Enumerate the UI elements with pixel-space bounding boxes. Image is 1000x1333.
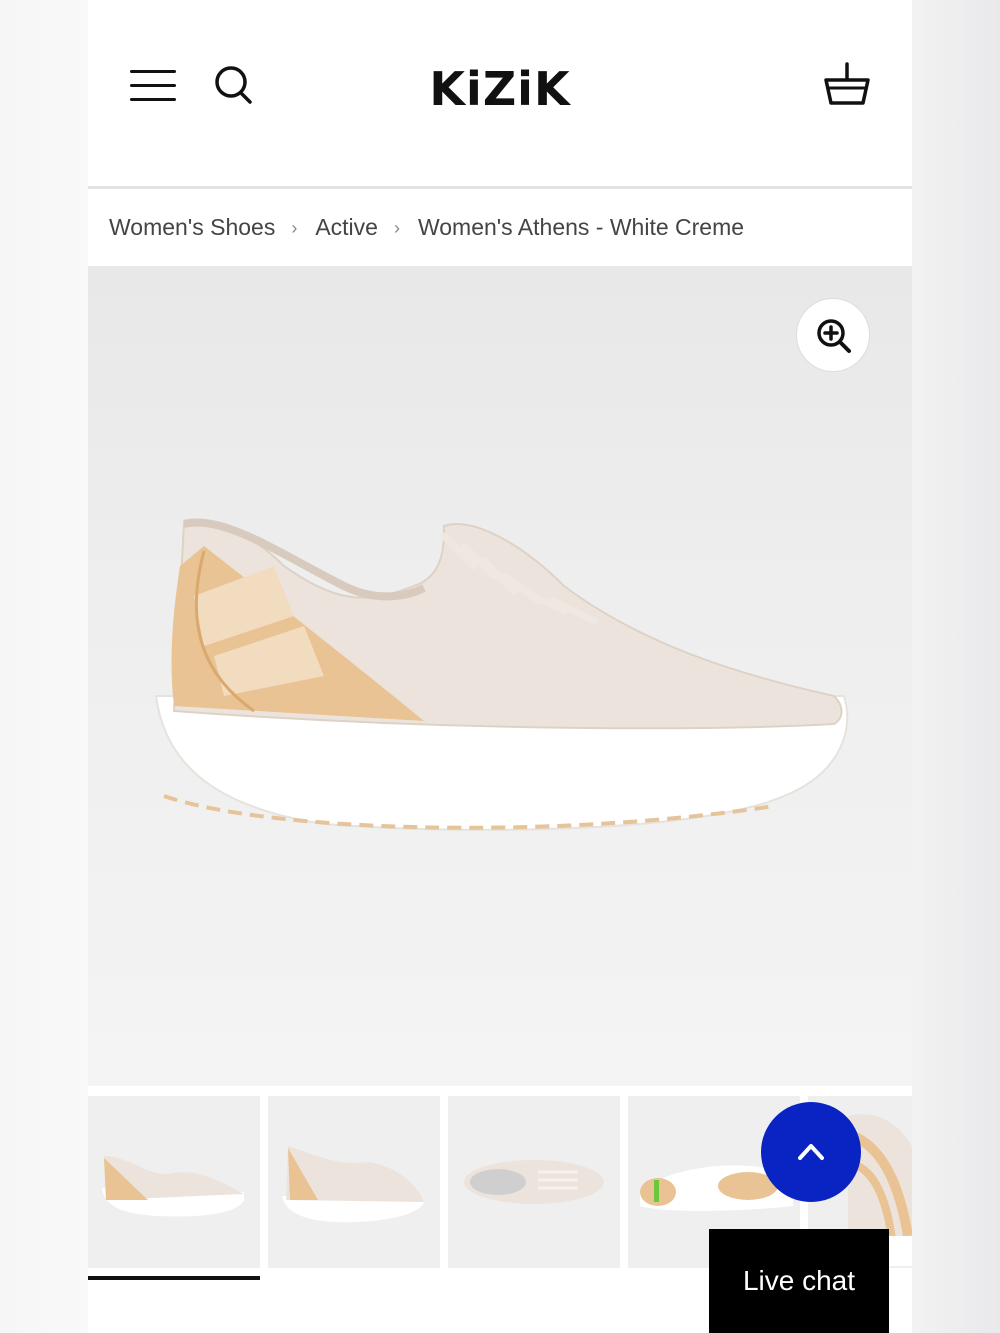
thumbnail-3[interactable] bbox=[448, 1096, 620, 1268]
gallery-spacer bbox=[88, 1086, 912, 1096]
product-main-image[interactable] bbox=[88, 266, 912, 1086]
thumbnail-1[interactable] bbox=[88, 1096, 260, 1268]
page: KiZiK Women's Shoes › Active › Women's A… bbox=[88, 0, 912, 1333]
thumbnail-2[interactable] bbox=[268, 1096, 440, 1268]
breadcrumb: Women's Shoes › Active › Women's Athens … bbox=[88, 189, 912, 266]
shoe-side-view bbox=[154, 518, 849, 831]
zoom-in-icon[interactable] bbox=[796, 298, 870, 372]
cart-basket-icon[interactable] bbox=[824, 60, 870, 108]
chevron-up-icon bbox=[798, 1144, 824, 1160]
breadcrumb-womens-shoes[interactable]: Women's Shoes bbox=[109, 214, 275, 241]
active-thumbnail-indicator bbox=[88, 1276, 260, 1280]
hamburger-icon[interactable] bbox=[130, 70, 176, 102]
breadcrumb-current-product: Women's Athens - White Creme bbox=[417, 214, 745, 240]
breadcrumb-separator: › bbox=[393, 218, 400, 238]
breadcrumb-separator: › bbox=[291, 218, 298, 238]
live-chat-button[interactable]: Live chat bbox=[709, 1229, 889, 1333]
search-icon[interactable] bbox=[214, 64, 254, 106]
brand-logo[interactable]: KiZiK bbox=[424, 62, 576, 116]
breadcrumb-active[interactable]: Active bbox=[315, 214, 378, 241]
scroll-to-top-button[interactable] bbox=[761, 1102, 861, 1202]
site-header: KiZiK bbox=[88, 0, 912, 189]
